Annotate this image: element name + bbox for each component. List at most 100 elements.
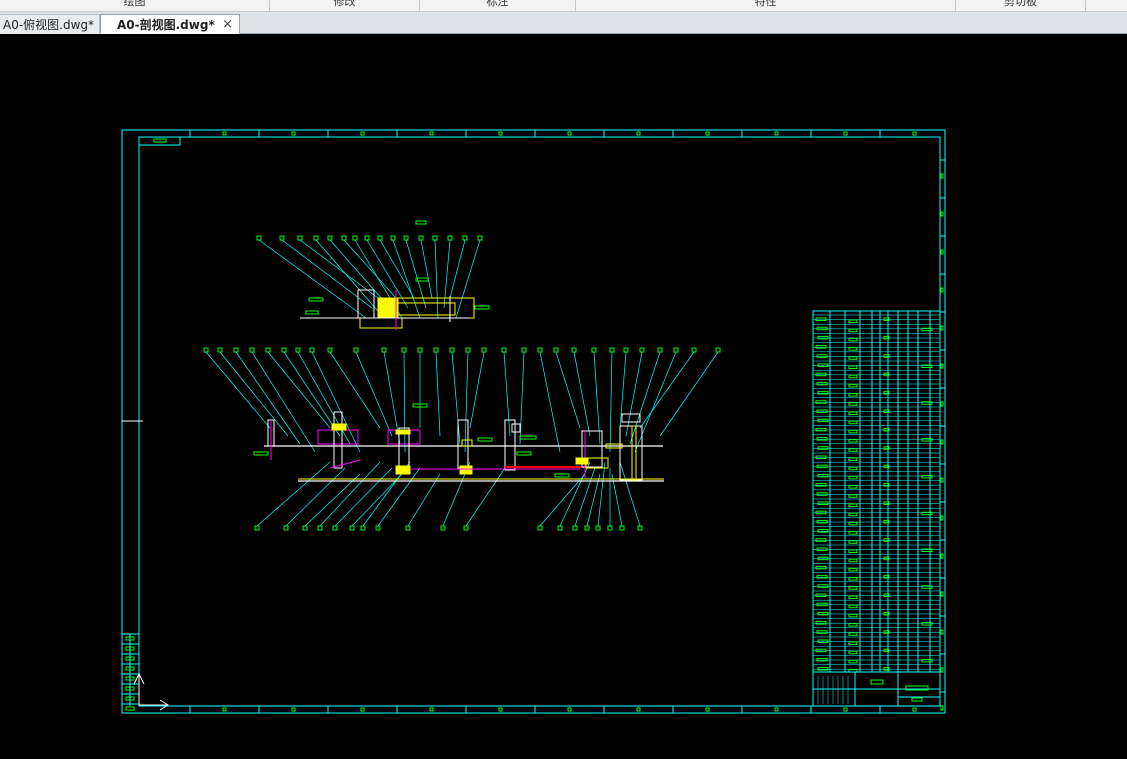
callout-bubble — [203, 347, 209, 353]
frame-mark — [940, 287, 944, 293]
leader-line — [299, 239, 379, 299]
frame-mark — [498, 707, 503, 712]
bom-text — [848, 577, 858, 581]
bom-text — [848, 659, 858, 664]
dim-text — [474, 305, 490, 310]
leader-line — [573, 351, 591, 437]
callout-bubble — [463, 525, 469, 531]
callout-bubble — [217, 347, 223, 353]
leader-line — [283, 351, 341, 437]
station-2-top — [395, 429, 411, 435]
title-text — [870, 679, 884, 685]
drawing-canvas[interactable] — [0, 34, 1127, 759]
ribbon-group-properties[interactable]: 特性 — [576, 0, 956, 11]
dim-text — [253, 451, 269, 456]
callout-bubble — [447, 235, 453, 241]
ribbon-group-clipboard[interactable]: 剪切板 — [956, 0, 1086, 11]
frame-mark — [636, 707, 641, 712]
callout-bubble — [432, 235, 438, 241]
bom-text — [815, 427, 827, 432]
callout-bubble — [364, 235, 370, 241]
frame-mark — [567, 707, 572, 712]
bom-text — [815, 648, 827, 653]
bom-text — [815, 621, 827, 625]
bom-text — [817, 391, 829, 395]
callout-bubble — [637, 525, 643, 531]
frame-mark — [843, 707, 848, 712]
station-3-shaft — [457, 419, 469, 469]
bom-text — [848, 595, 858, 599]
bom-text — [816, 519, 828, 524]
ribbon-group-modify[interactable]: 修改 — [270, 0, 420, 11]
callout-bubble — [557, 525, 563, 531]
callout-bubble — [327, 235, 333, 241]
leader-line — [449, 239, 466, 299]
frame-mark — [498, 131, 503, 136]
callout-bubble — [595, 525, 601, 531]
bom-text — [817, 335, 829, 340]
callout-bubble — [501, 347, 507, 353]
left-table-text — [125, 706, 135, 711]
leader-line — [420, 239, 433, 299]
bom-text — [848, 586, 858, 590]
frame-mark — [636, 131, 641, 136]
ribbon-group-annotate[interactable]: 标注 — [420, 0, 576, 11]
bom-text — [848, 457, 858, 461]
callout-bubble — [281, 347, 287, 353]
station-1-clamp — [331, 423, 347, 431]
leader-line — [304, 473, 361, 527]
close-icon[interactable]: × — [222, 15, 233, 35]
callout-bubble — [405, 525, 411, 531]
callout-bubble — [249, 347, 255, 353]
leader-line — [251, 351, 316, 453]
bom-text — [848, 604, 858, 609]
tab-top-view[interactable]: A0-俯视图.dwg* — [0, 14, 100, 34]
callout-bubble — [481, 347, 487, 353]
leader-line — [351, 473, 403, 527]
callout-bubble — [537, 347, 543, 353]
callout-bubble — [360, 525, 366, 531]
bom-text — [815, 510, 827, 515]
leader-line — [267, 351, 331, 429]
leader-line — [451, 351, 461, 445]
leader-line — [539, 351, 561, 453]
bom-text — [817, 556, 829, 561]
callout-bubble — [265, 347, 271, 353]
leader-line — [619, 351, 627, 429]
bom-text — [816, 630, 828, 634]
callout-bubble — [465, 347, 471, 353]
note-text — [415, 220, 427, 225]
frame-mark — [940, 477, 944, 483]
leader-line — [343, 239, 397, 299]
leader-line — [519, 351, 525, 445]
bom-text — [817, 363, 829, 367]
callout-bubble — [256, 235, 262, 241]
ribbon-group-bar: 绘图 修改 标注 特性 剪切板 — [0, 0, 1127, 12]
right-block — [575, 457, 589, 465]
leader-line — [355, 351, 393, 437]
frame-mark — [567, 131, 572, 136]
bom-text — [817, 418, 829, 423]
frame-mark — [940, 401, 944, 407]
callout-bubble — [352, 235, 358, 241]
leader-line — [629, 351, 661, 445]
callout-bubble — [381, 347, 387, 353]
callout-bubble — [715, 347, 721, 353]
bom-text — [816, 547, 828, 551]
station-4-shaft — [504, 419, 516, 471]
frame-mark — [774, 707, 779, 712]
bom-text — [816, 657, 828, 662]
leader-line — [311, 351, 361, 453]
bom-text — [848, 402, 858, 406]
ribbon-group-draw[interactable]: 绘图 — [0, 0, 270, 11]
frame-mark — [291, 131, 296, 136]
title-text — [911, 697, 923, 702]
tab-section-view[interactable]: A0-剖视图.dwg* × — [100, 14, 240, 34]
bom-text — [817, 473, 829, 478]
station-1-frame — [317, 429, 359, 445]
bom-text — [848, 540, 858, 544]
frame-mark — [705, 131, 710, 136]
leader-line — [205, 351, 271, 429]
bom-text — [848, 503, 858, 507]
callout-bubble — [309, 347, 315, 353]
